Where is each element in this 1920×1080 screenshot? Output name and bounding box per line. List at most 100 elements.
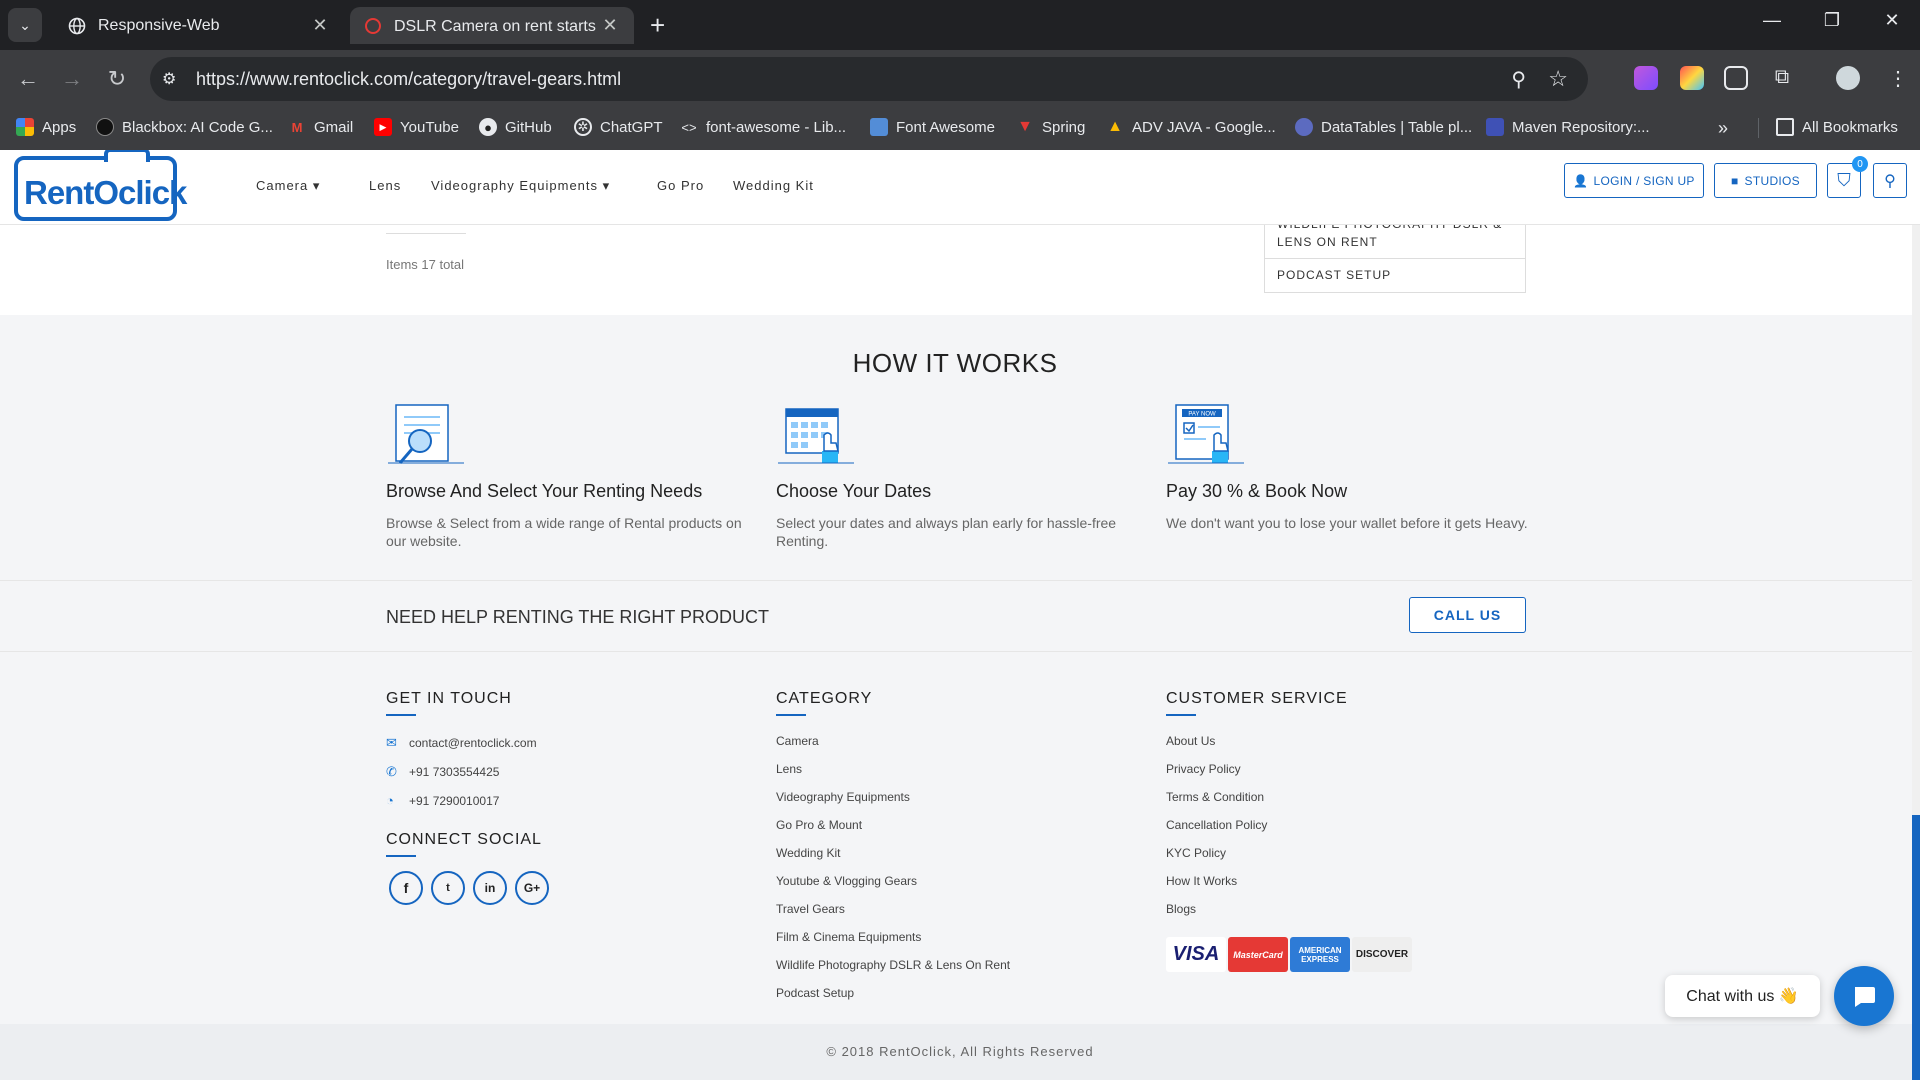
media-icon[interactable] [1724,66,1748,90]
new-tab-button[interactable]: + [650,10,665,40]
bookmark-blackbox[interactable]: Blackbox: AI Code G... [96,118,273,136]
search-button[interactable]: ⚲ [1873,163,1907,198]
footer-link-videography[interactable]: Videography Equipments [776,790,910,804]
chatgpt-icon: ✲ [574,118,592,136]
contact-email[interactable]: ✉ contact@rentoclick.com [386,735,537,751]
zoom-icon[interactable]: ⚲ [1511,67,1526,92]
footer-link-blogs[interactable]: Blogs [1166,902,1196,916]
kebab-menu-icon[interactable]: ⋮ [1886,66,1910,90]
more-bookmarks-icon[interactable]: » [1718,118,1728,139]
url-text[interactable]: https://www.rentoclick.com/category/trav… [196,69,621,90]
bookmark-label: Gmail [314,118,354,136]
bookmark-all[interactable]: All Bookmarks [1776,118,1898,136]
envelope-icon: ✉ [386,735,397,750]
get-in-touch-heading: GET IN TOUCH [386,690,512,707]
rentoclick-logo[interactable]: RentOclick [14,150,187,221]
close-tab-icon[interactable]: ✕ [310,15,330,36]
menu-gopro[interactable]: Go Pro [657,178,704,193]
gmail-icon: M [291,119,303,135]
tab-search-button[interactable]: ⌄ [8,8,42,42]
footer-link-lens[interactable]: Lens [776,762,802,776]
tab-responsive-web[interactable]: Responsive-Web ✕ [54,7,344,44]
page-scrollbar[interactable] [1912,150,1920,1080]
puzzle-extensions-icon[interactable]: ⧉ [1770,66,1794,90]
reload-icon[interactable]: ↻ [101,64,133,94]
footer-link-film[interactable]: Film & Cinema Equipments [776,930,921,944]
whatsapp-icon: ◔ [386,793,394,808]
pay-now-badge: PAY NOW [1188,412,1216,418]
menu-videography[interactable]: Videography Equipments ▾ [431,178,610,194]
close-tab-icon[interactable]: ✕ [600,15,620,36]
footer-link-gopro[interactable]: Go Pro & Mount [776,818,862,832]
tab-rentoclick[interactable]: DSLR Camera on rent starts @ ₹ ✕ [350,7,634,44]
call-us-button[interactable]: CALL US [1409,597,1526,633]
heading-underline [1166,714,1196,716]
back-icon[interactable]: ← [12,64,44,94]
profile-avatar[interactable] [1836,66,1860,90]
side-category-podcast[interactable]: PODCAST SETUP [1277,268,1391,282]
bookmark-apps[interactable]: Apps [16,118,76,136]
heading-underline [386,714,416,716]
contact-whatsapp[interactable]: ◔ +91 7290010017 [386,793,499,808]
side-category-list: WILDLIFE PHOTOGRAPHY DSLR & LENS ON RENT… [1264,217,1526,293]
facebook-icon[interactable]: f [389,871,423,905]
google-plus-icon[interactable]: G+ [515,871,549,905]
items-total: Items 17 total [386,257,465,272]
bookmark-label: Blackbox: AI Code G... [122,118,273,136]
restore-icon[interactable]: ❐ [1812,10,1852,31]
discover-card-icon: DISCOVER [1352,937,1412,972]
footer-link-cancellation[interactable]: Cancellation Policy [1166,818,1267,832]
footer-link-wildlife[interactable]: Wildlife Photography DSLR & Lens On Rent [776,958,1010,972]
bookmark-font-awesome[interactable]: Font Awesome [870,118,995,136]
menu-wedding-kit[interactable]: Wedding Kit [733,178,814,193]
extension-icon[interactable] [1634,66,1658,90]
bookmark-maven[interactable]: Maven Repository:... [1486,118,1650,136]
menu-lens[interactable]: Lens [369,178,401,193]
twitter-icon[interactable]: t [431,871,465,905]
heart-extension-icon[interactable] [1680,66,1704,90]
footer-link-kyc[interactable]: KYC Policy [1166,846,1226,860]
bookmark-adv-java[interactable]: ▲ ADV JAVA - Google... [1106,118,1276,136]
bookmark-youtube[interactable]: ▶ YouTube [374,118,459,136]
globe-icon [68,17,86,35]
bookmark-star-icon[interactable]: ☆ [1548,66,1568,92]
scrollbar-thumb[interactable] [1912,815,1920,1080]
close-window-icon[interactable]: ✕ [1872,10,1912,31]
step-browse: Browse And Select Your Renting Needs Bro… [386,395,756,550]
minimize-icon[interactable]: — [1752,10,1792,31]
bookmark-gmail[interactable]: M Gmail [288,118,354,136]
pay-now-hand-icon: PAY NOW [1166,395,1246,467]
bookmark-github[interactable]: ● GitHub [479,118,552,136]
search-icon: ⚲ [1884,172,1896,190]
menu-camera[interactable]: Camera ▾ [256,178,320,194]
footer-link-youtube[interactable]: Youtube & Vlogging Gears [776,874,917,888]
footer-link-travel[interactable]: Travel Gears [776,902,845,916]
studios-button[interactable]: ■ STUDIOS [1714,163,1817,198]
linkedin-icon[interactable]: in [473,871,507,905]
chat-launcher-button[interactable] [1834,966,1894,1026]
bookmark-datatables[interactable]: DataTables | Table pl... [1295,118,1472,136]
address-bar[interactable]: ⚙ https://www.rentoclick.com/category/tr… [150,57,1588,101]
cart-button[interactable]: ⛉ 0 [1827,156,1868,198]
footer-link-terms[interactable]: Terms & Condition [1166,790,1264,804]
blackbox-icon [96,118,114,136]
footer-link-podcast[interactable]: Podcast Setup [776,986,854,1000]
tab-title: Responsive-Web [98,16,220,34]
site-info-icon[interactable]: ⚙ [162,69,182,89]
footer-link-how-it-works[interactable]: How It Works [1166,874,1237,888]
step-title: Browse And Select Your Renting Needs [386,481,703,501]
step-text: Browse & Select from a wide range of Ren… [386,515,742,549]
footer-link-about[interactable]: About Us [1166,734,1215,748]
contact-phone[interactable]: ✆ +91 7303554425 [386,764,499,780]
footer-link-camera[interactable]: Camera [776,734,819,748]
bookmarks-divider [1758,118,1759,138]
footer-link-wedding[interactable]: Wedding Kit [776,846,840,860]
bookmark-chatgpt[interactable]: ✲ ChatGPT [574,118,663,136]
bookmark-font-awesome-lib[interactable]: <> font-awesome - Lib... [680,118,846,136]
mastercard-icon: MasterCard [1228,937,1288,972]
bookmark-spring[interactable]: ▼ Spring [1016,118,1085,136]
login-signup-button[interactable]: 👤 LOGIN / SIGN UP [1564,163,1704,198]
forward-icon[interactable]: → [56,64,88,94]
footer-link-privacy[interactable]: Privacy Policy [1166,762,1241,776]
chat-with-us-label[interactable]: Chat with us 👋 [1665,975,1820,1017]
